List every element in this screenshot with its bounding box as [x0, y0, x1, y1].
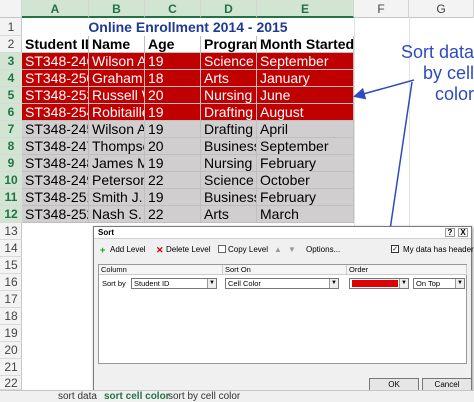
order-color-dropdown[interactable]: ▼ [349, 278, 409, 289]
sort-toolbar: + Add Level ✕ Delete Level Copy Level ▲ ▼ … [94, 239, 474, 261]
my-data-headers-checkbox[interactable]: ✓ [391, 245, 399, 253]
copy-level-button[interactable]: Copy Level [218, 245, 268, 255]
add-level-label: Add Level [110, 245, 146, 254]
chevron-down-icon: ▼ [455, 279, 464, 288]
copy-level-label: Copy Level [228, 245, 269, 254]
sheet-tab-active[interactable]: sort cell color [104, 391, 170, 402]
delete-level-button[interactable]: ✕ Delete Level [156, 245, 210, 255]
sheet-tabs: sort data sort cell color sort by cell c… [0, 390, 474, 402]
move-down-button[interactable]: ▼ [288, 245, 296, 255]
move-up-button[interactable]: ▲ [274, 245, 282, 255]
sort-on-dropdown-value: Cell Color [228, 279, 261, 288]
close-button[interactable]: X [458, 228, 468, 237]
sheet-tab[interactable]: sort data [58, 391, 97, 402]
order-position-dropdown[interactable]: On Top ▼ [413, 278, 465, 289]
sort-on-dropdown[interactable]: Cell Color ▼ [225, 278, 339, 289]
order-position-value: On Top [416, 279, 441, 288]
column-dropdown-value: Student ID [134, 279, 170, 288]
order-color-swatch [352, 280, 398, 287]
options-button[interactable]: Options... [306, 245, 340, 255]
column-header-order: Order [347, 265, 467, 275]
add-level-icon: + [100, 245, 106, 255]
sheet-tab[interactable]: sort by cell color [168, 391, 240, 402]
sort-by-label: Sort by [102, 279, 126, 288]
help-button[interactable]: ? [445, 228, 455, 237]
delete-level-icon: ✕ [156, 245, 164, 255]
delete-level-label: Delete Level [166, 245, 211, 254]
dialog-title: Sort [98, 228, 114, 237]
my-data-headers-label: My data has headers [403, 245, 474, 254]
column-header-sort-on: Sort On [223, 265, 347, 275]
sort-dialog: Sort ? X + Add Level ✕ Delete Level Copy L… [93, 226, 474, 394]
column-dropdown[interactable]: Student ID ▼ [131, 278, 217, 289]
copy-level-icon [218, 245, 226, 253]
column-header-column: Column [99, 265, 223, 275]
sort-dialog-titlebar[interactable]: Sort ? X [94, 227, 471, 239]
chevron-down-icon: ▼ [399, 279, 408, 288]
add-level-button[interactable]: + Add Level [100, 245, 146, 255]
sort-levels-list: Column Sort On Order Sort by Student ID … [98, 264, 467, 364]
arrow-to-red-rows [353, 79, 415, 100]
chevron-down-icon: ▼ [329, 279, 338, 288]
chevron-down-icon: ▼ [207, 279, 216, 288]
